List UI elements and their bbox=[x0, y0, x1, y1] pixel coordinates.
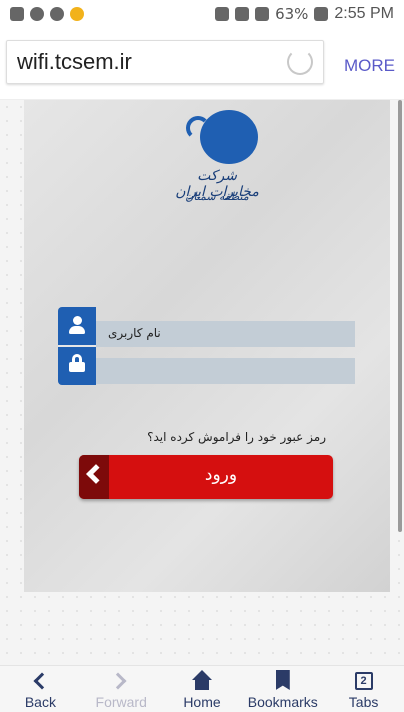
forward-icon bbox=[109, 672, 127, 690]
url-text[interactable]: wifi.tcsem.ir bbox=[17, 49, 132, 75]
notification-icon bbox=[50, 7, 64, 21]
reload-icon[interactable] bbox=[287, 49, 313, 75]
forgot-password-link[interactable]: رمز عبور خود را فراموش کرده اید؟ bbox=[96, 430, 326, 444]
browser-toolbar: wifi.tcsem.ir MORE bbox=[0, 28, 404, 100]
username-placeholder: نام کاربری bbox=[108, 326, 161, 340]
login-button[interactable]: ورود bbox=[79, 455, 333, 499]
more-button[interactable]: MORE bbox=[344, 56, 395, 76]
app-icon bbox=[70, 7, 84, 21]
nav-forward[interactable]: Forward bbox=[81, 666, 162, 712]
company-logo: شرکت مخابرات ایران منطقه سمنان bbox=[172, 110, 262, 210]
logo-arc-icon bbox=[186, 116, 210, 140]
nav-bookmarks[interactable]: Bookmarks bbox=[242, 666, 323, 712]
battery-percent: 63% bbox=[275, 5, 309, 23]
nav-bookmarks-label: Bookmarks bbox=[247, 694, 318, 710]
divider bbox=[58, 345, 96, 347]
bookmark-icon bbox=[275, 670, 290, 690]
nav-forward-label: Forward bbox=[95, 694, 147, 710]
battery-icon bbox=[314, 7, 329, 21]
scrollbar[interactable] bbox=[398, 100, 402, 532]
wifi-icon bbox=[215, 7, 230, 21]
nav-tabs-label: Tabs bbox=[348, 694, 379, 710]
password-field[interactable] bbox=[96, 358, 355, 384]
back-icon bbox=[33, 672, 51, 690]
instagram-icon bbox=[30, 7, 44, 21]
address-bar[interactable]: wifi.tcsem.ir bbox=[6, 40, 324, 84]
sim-icon bbox=[235, 7, 250, 21]
status-bar: 63% 2:55 PM bbox=[0, 0, 404, 28]
bottom-navigation: Back Forward Home Bookmarks 2 Tabs bbox=[0, 665, 404, 712]
nav-home-label: Home bbox=[183, 694, 221, 710]
logo-subtitle: منطقه سمنان bbox=[185, 190, 249, 203]
nav-back[interactable]: Back bbox=[0, 666, 81, 712]
lock-icon bbox=[69, 354, 85, 372]
logo-globe-icon bbox=[200, 110, 258, 164]
signal-icon bbox=[255, 7, 270, 21]
nav-tabs[interactable]: 2 Tabs bbox=[323, 666, 404, 712]
home-icon bbox=[191, 670, 212, 680]
login-button-label: ورود bbox=[204, 465, 238, 485]
user-icon bbox=[69, 316, 85, 334]
nav-back-label: Back bbox=[24, 694, 56, 710]
field-icon-column bbox=[58, 307, 96, 385]
web-page: شرکت مخابرات ایران منطقه سمنان نام کاربر… bbox=[0, 100, 404, 665]
mail-icon bbox=[10, 7, 24, 21]
nav-home[interactable]: Home bbox=[162, 666, 243, 712]
clock: 2:55 PM bbox=[334, 5, 394, 22]
tabs-icon: 2 bbox=[354, 672, 373, 690]
